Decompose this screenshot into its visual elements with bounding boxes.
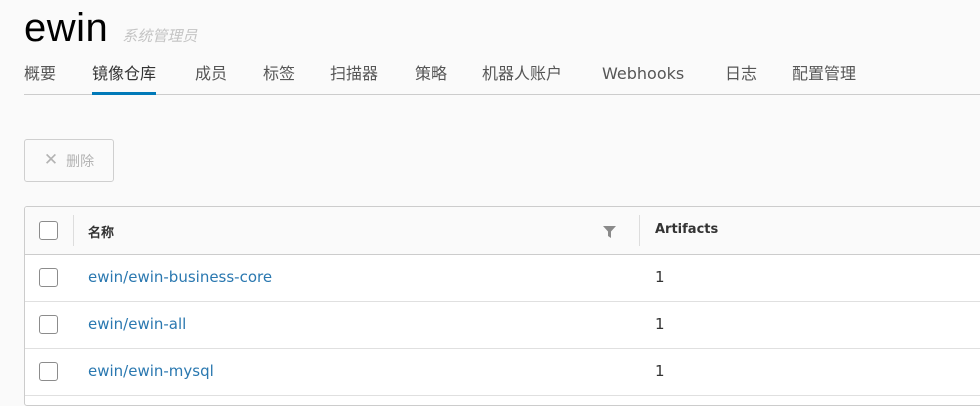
artifact-count: 1: [655, 268, 665, 286]
row-checkbox[interactable]: [39, 315, 58, 334]
tab-webhooks[interactable]: Webhooks: [602, 58, 684, 92]
repository-link[interactable]: ewin/ewin-business-core: [88, 268, 272, 286]
tab-labels[interactable]: 标签: [263, 58, 295, 92]
row-checkbox[interactable]: [39, 268, 58, 287]
table-header: 名称 Artifacts: [25, 207, 980, 255]
page-header: ewin 系统管理员: [24, 6, 197, 51]
project-tabs: 概要 镜像仓库 成员 标签 扫描器 策略 机器人账户 Webhooks 日志 配…: [24, 58, 980, 95]
repository-link[interactable]: ewin/ewin-mysql: [88, 362, 214, 380]
role-label: 系统管理员: [122, 27, 198, 45]
tab-members[interactable]: 成员: [195, 58, 227, 92]
tab-policy[interactable]: 策略: [415, 58, 447, 92]
tab-summary[interactable]: 概要: [24, 58, 56, 92]
column-separator: [73, 215, 74, 246]
delete-button[interactable]: ✕ 删除: [24, 139, 114, 182]
tab-scanner[interactable]: 扫描器: [330, 58, 378, 92]
column-header-artifacts: Artifacts: [655, 222, 719, 237]
tab-logs[interactable]: 日志: [725, 58, 757, 92]
table-row: ewin/ewin-all 1: [25, 302, 980, 349]
table-row: ewin/ewin-mysql 1: [25, 349, 980, 396]
column-header-name: 名称: [88, 226, 115, 241]
column-separator: [639, 215, 640, 246]
artifact-count: 1: [655, 315, 665, 333]
project-title: ewin: [24, 6, 109, 50]
select-all-checkbox[interactable]: [39, 221, 58, 240]
delete-button-label: 删除: [66, 153, 95, 170]
repository-table: 名称 Artifacts ewin/ewin-business-core 1 e…: [24, 206, 980, 406]
tab-configuration[interactable]: 配置管理: [792, 58, 856, 92]
repository-link[interactable]: ewin/ewin-all: [88, 315, 186, 333]
tab-repositories[interactable]: 镜像仓库: [92, 58, 157, 95]
table-row: ewin/ewin-business-core 1: [25, 255, 980, 302]
tab-robot-accounts[interactable]: 机器人账户: [482, 58, 562, 92]
filter-icon[interactable]: [603, 226, 616, 238]
row-checkbox[interactable]: [39, 362, 58, 381]
artifact-count: 1: [655, 362, 665, 380]
close-icon: ✕: [43, 150, 59, 170]
